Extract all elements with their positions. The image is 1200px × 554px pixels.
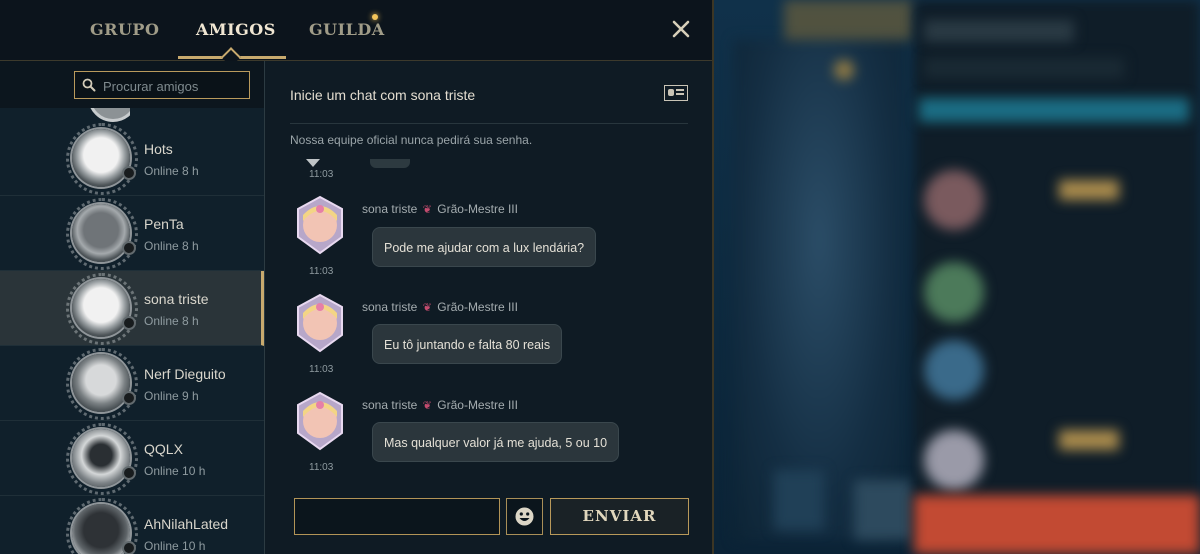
partial-avatar [80, 108, 130, 122]
blurred-badge [1059, 430, 1119, 450]
status-dot [122, 541, 136, 554]
message-sender: sona triste ❦ Grão-Mestre III [362, 398, 518, 412]
status-dot [122, 466, 136, 480]
sender-rank: Grão-Mestre III [437, 202, 518, 216]
message-bubble: Pode me ajudar com a lux lendária? [372, 227, 597, 267]
status-dot [122, 241, 136, 255]
avatar [66, 123, 138, 195]
security-notice: Nossa equipe oficial nunca pedirá sua se… [290, 133, 533, 147]
background-light [784, 0, 914, 40]
search-icon [82, 78, 96, 92]
friend-row[interactable]: Nerf Dieguito Online 9 h [0, 346, 264, 421]
grandmaster-rank-icon: ❦ [422, 204, 432, 216]
blurred-avatar [924, 262, 984, 322]
avatar [66, 423, 138, 495]
background-scene [734, 40, 904, 540]
blurred-dropdown [924, 20, 1074, 42]
friend-row[interactable]: Hots Online 8 h [0, 121, 264, 196]
timestamp: 11:03 [309, 462, 334, 473]
friend-name: AhNilahLated [144, 516, 229, 532]
partial-avatar [306, 159, 320, 167]
blurred-avatar [924, 430, 984, 490]
friend-name: PenTa [144, 216, 184, 232]
friend-row-selected[interactable]: sona triste Online 8 h [0, 271, 264, 346]
friend-name: QQLX [144, 441, 183, 457]
friend-status: Online 8 h [144, 314, 199, 328]
avatar [66, 198, 138, 270]
emoji-button[interactable] [506, 498, 543, 535]
sender-rank: Grão-Mestre III [437, 300, 518, 314]
search-input[interactable] [101, 76, 245, 96]
sender-avatar [297, 391, 343, 451]
profile-card-icon[interactable] [664, 85, 688, 101]
blurred-badge [1059, 180, 1119, 200]
search-bar [0, 61, 264, 108]
emoji-icon [515, 507, 534, 526]
sender-name: sona triste [362, 202, 418, 216]
blurred-background [714, 0, 1200, 554]
friend-status: Online 10 h [144, 539, 206, 553]
status-dot [122, 316, 136, 330]
message-sender: sona triste ❦ Grão-Mestre III [362, 202, 518, 216]
tab-bar: GRUPO AMIGOS GUILDA [0, 0, 712, 67]
friends-list: Hots Online 8 h PenTa Online 8 h sona tr… [0, 61, 265, 554]
divider [290, 123, 688, 124]
grandmaster-rank-icon: ❦ [422, 302, 432, 314]
friend-status: Online 8 h [144, 164, 199, 178]
search-box [74, 71, 250, 99]
tab-grupo[interactable]: GRUPO [90, 20, 159, 42]
blurred-banner [914, 495, 1200, 554]
message-sender: sona triste ❦ Grão-Mestre III [362, 300, 518, 314]
notification-dot [372, 14, 378, 20]
message-bubble: Mas qualquer valor já me ajuda, 5 ou 10 [372, 422, 620, 462]
sender-name: sona triste [362, 300, 418, 314]
timestamp: 11:03 [309, 266, 334, 277]
sender-avatar [297, 195, 343, 255]
sender-name: sona triste [362, 398, 418, 412]
blurred-avatar [924, 340, 984, 400]
status-dot [122, 166, 136, 180]
blurred-button [919, 98, 1189, 122]
friend-row[interactable]: PenTa Online 8 h [0, 196, 264, 271]
friend-name: Nerf Dieguito [144, 366, 226, 382]
chat-title: Inicie um chat com sona triste [290, 87, 476, 103]
timestamp: 11:03 [309, 169, 334, 180]
chat-window: Inicie um chat com sona triste Nossa equ… [266, 61, 712, 554]
friend-name: sona triste [144, 291, 209, 307]
friend-status: Online 8 h [144, 239, 199, 253]
avatar [66, 273, 138, 345]
friend-status: Online 10 h [144, 464, 206, 478]
sender-avatar [297, 293, 343, 353]
avatar [66, 348, 138, 420]
blurred-avatar [924, 170, 984, 230]
social-panel: GRUPO AMIGOS GUILDA Procurar amigos Hots… [0, 0, 714, 554]
close-icon[interactable] [668, 16, 694, 42]
background-light [834, 60, 854, 80]
message-input[interactable] [294, 498, 500, 535]
status-dot [122, 391, 136, 405]
sender-rank: Grão-Mestre III [437, 398, 518, 412]
grandmaster-rank-icon: ❦ [422, 400, 432, 412]
tab-amigos[interactable]: AMIGOS [196, 20, 276, 42]
friend-row[interactable]: QQLX Online 10 h [0, 421, 264, 496]
partial-bubble [370, 159, 410, 168]
friend-name: Hots [144, 141, 173, 157]
friend-status: Online 9 h [144, 389, 199, 403]
background-shape [854, 480, 914, 540]
tab-guilda[interactable]: GUILDA [309, 20, 385, 42]
timestamp: 11:03 [309, 364, 334, 375]
friend-row[interactable]: AhNilahLated Online 10 h [0, 496, 264, 554]
send-button[interactable]: ENVIAR [550, 498, 689, 535]
background-shape [774, 470, 824, 530]
message-bubble: Eu tô juntando e falta 80 reais [372, 324, 563, 364]
blurred-search [924, 58, 1124, 78]
